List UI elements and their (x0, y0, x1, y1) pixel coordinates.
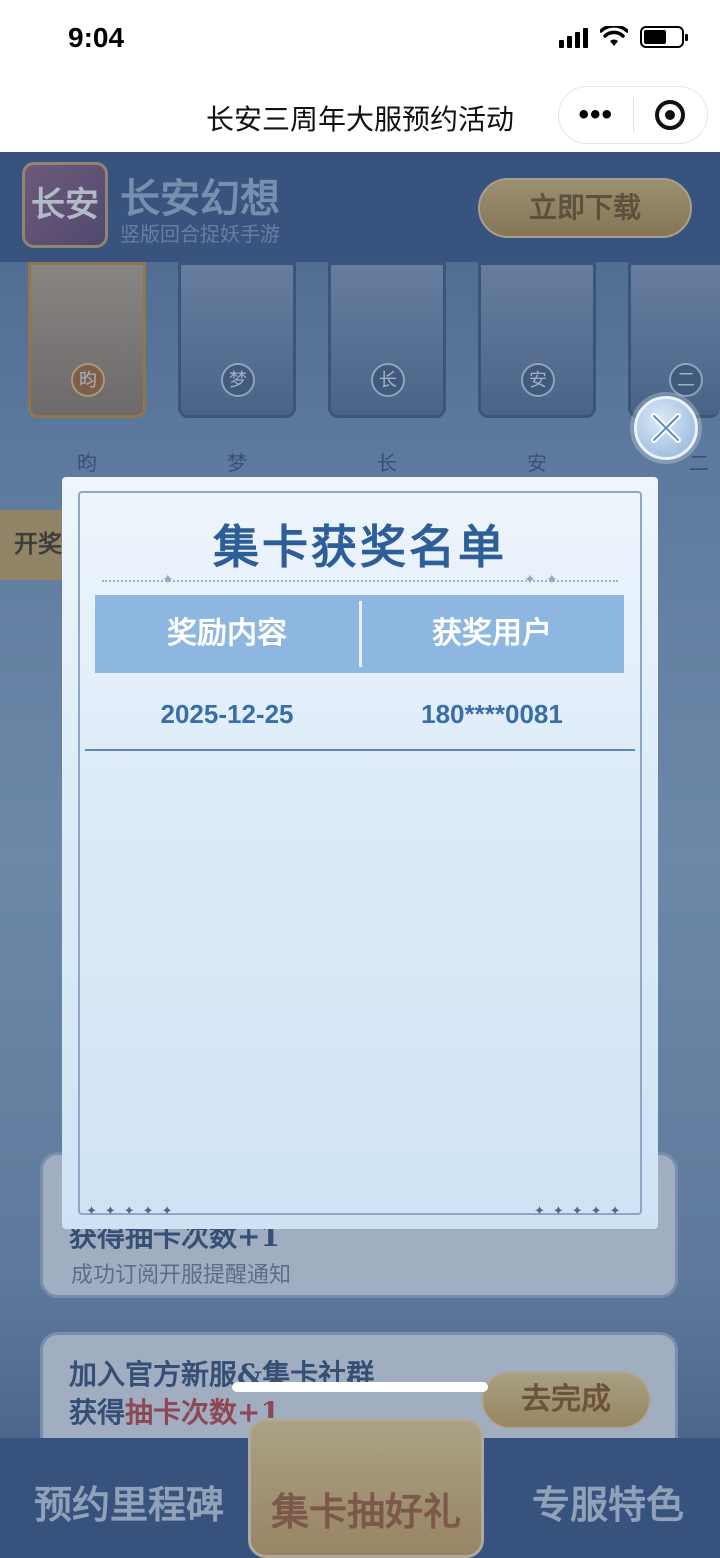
status-time: 9:04 (68, 22, 125, 53)
capsule-close-button[interactable] (634, 100, 708, 130)
modal-close-button[interactable] (634, 396, 698, 460)
sparkle-icon: ✦ (162, 571, 174, 587)
home-indicator (232, 1382, 488, 1392)
close-x-icon (651, 413, 681, 443)
target-circle-icon (655, 100, 686, 130)
table-row: 2025-12-25 180****0081 (95, 677, 624, 751)
frame-corner-decoration: ✦✦✦✦✦ (534, 1203, 629, 1218)
nav-bar: 长安三周年大服预约活动 ••• (0, 78, 720, 152)
column-header-reward: 奖励内容 (167, 616, 287, 651)
status-icons (559, 26, 688, 48)
battery-icon (640, 26, 688, 48)
user-cell: 180****0081 (421, 699, 563, 729)
more-dots-icon[interactable]: ••• (559, 86, 633, 144)
column-header-user: 获奖用户 (432, 616, 552, 651)
title-divider (102, 580, 618, 582)
frame-corner-decoration: ✦✦✦✦✦ (86, 1203, 181, 1218)
mini-program-capsule: ••• (558, 86, 708, 144)
winner-list-modal: 集卡获奖名单 ✦ ✦ ✦ 奖励内容 获奖用户 2025-12-25 180***… (62, 477, 658, 1229)
reward-cell: 2025-12-25 (160, 699, 294, 729)
sparkle-icon: ✦ (524, 571, 536, 587)
status-bar: 9:04 (0, 0, 720, 78)
signal-icon (559, 26, 588, 48)
wifi-icon (600, 26, 628, 46)
table-header: 奖励内容 获奖用户 (95, 595, 624, 673)
modal-title: 集卡获奖名单 (213, 520, 507, 574)
sparkle-icon: ✦ (546, 571, 558, 587)
row-divider (85, 749, 635, 751)
